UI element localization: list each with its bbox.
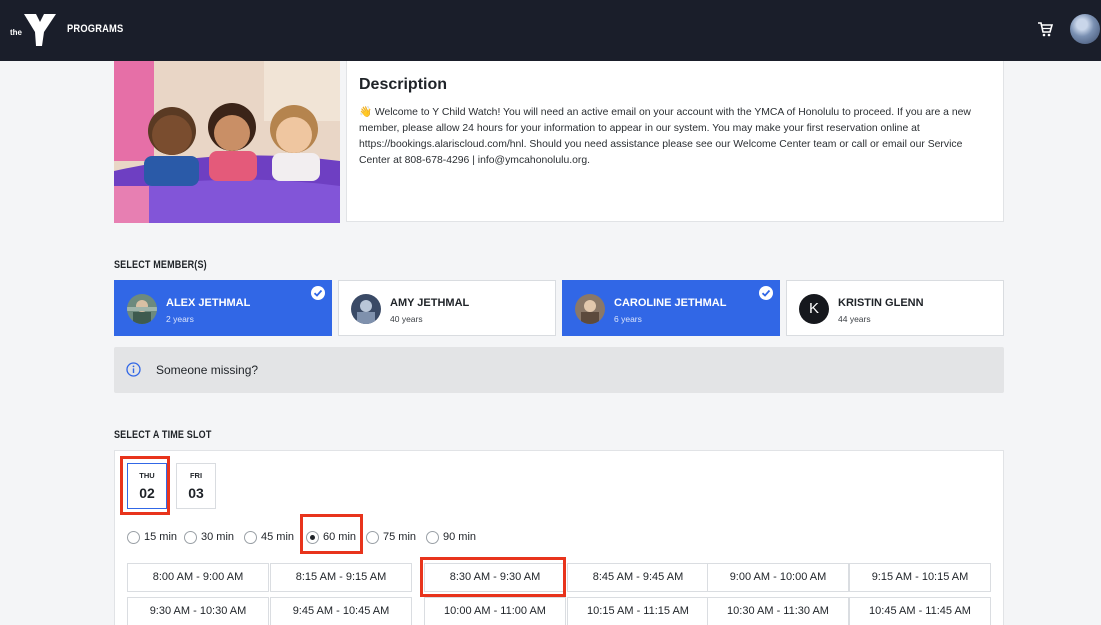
radio-button[interactable] (426, 530, 439, 544)
info-icon (126, 362, 141, 377)
nav-programs-link[interactable]: PROGRAMS (67, 23, 123, 35)
member-age: 2 years (166, 314, 194, 324)
check-circle-icon (311, 286, 325, 300)
day-tab-thu[interactable]: THU 02 (127, 463, 167, 509)
radio-button[interactable] (184, 530, 197, 544)
time-slot-button[interactable]: 8:00 AM - 9:00 AM (127, 563, 269, 592)
duration-label: 30 min (201, 531, 235, 543)
time-slot-button[interactable]: 9:45 AM - 10:45 AM (270, 597, 412, 625)
select-members-heading: SELECT MEMBER(S) (114, 259, 207, 271)
member-age: 44 years (838, 314, 871, 324)
member-initial-avatar: K (799, 294, 829, 324)
member-name: AMY JETHMAL (390, 297, 470, 309)
member-card-caroline[interactable]: CAROLINE JETHMAL 6 years (562, 280, 780, 336)
description-card: Description 👋 Welcome to Y Child Watch! … (346, 61, 1004, 222)
description-body: Welcome to Y Child Watch! You will need … (359, 107, 971, 166)
time-slot-button[interactable]: 10:00 AM - 11:00 AM (424, 597, 566, 625)
ymca-logo[interactable]: the (10, 12, 58, 48)
duration-option-30[interactable]: 30 min (184, 529, 234, 545)
member-avatar (575, 294, 605, 324)
radio-button[interactable] (244, 530, 257, 544)
day-number: 02 (139, 485, 155, 501)
description-text: 👋 Welcome to Y Child Watch! You will nee… (359, 105, 995, 169)
duration-label: 15 min (144, 531, 178, 543)
day-number: 03 (188, 485, 204, 501)
radio-button[interactable] (366, 530, 379, 544)
duration-label: 75 min (383, 531, 417, 543)
member-name: ALEX JETHMAL (166, 297, 251, 309)
time-slot-button[interactable]: 8:15 AM - 9:15 AM (270, 563, 412, 592)
duration-option-15[interactable]: 15 min (127, 529, 177, 545)
description-title: Description (359, 76, 448, 93)
time-slot-button[interactable]: 9:00 AM - 10:00 AM (707, 563, 849, 592)
duration-option-60[interactable]: 60 min (306, 529, 356, 545)
radio-button[interactable] (127, 530, 140, 544)
program-photo (114, 61, 340, 223)
time-slot-button[interactable]: 8:45 AM - 9:45 AM (567, 563, 709, 592)
wave-emoji: 👋 (359, 107, 372, 118)
time-slot-button[interactable]: 10:15 AM - 11:15 AM (567, 597, 709, 625)
time-slot-button[interactable]: 9:30 AM - 10:30 AM (127, 597, 269, 625)
duration-label: 45 min (261, 531, 295, 543)
check-circle-icon (759, 286, 773, 300)
day-of-week: FRI (189, 471, 203, 480)
top-navigation-bar: the PROGRAMS (0, 0, 1101, 61)
day-of-week: THU (139, 471, 155, 480)
duration-option-75[interactable]: 75 min (366, 529, 416, 545)
user-avatar[interactable] (1070, 14, 1100, 44)
member-card-kristin[interactable]: K KRISTIN GLENN 44 years (786, 280, 1004, 336)
member-age: 40 years (390, 314, 423, 324)
duration-label: 60 min (323, 531, 357, 543)
member-avatar (351, 294, 381, 324)
member-name: KRISTIN GLENN (838, 297, 924, 309)
time-slot-button[interactable]: 8:30 AM - 9:30 AM (424, 563, 566, 592)
member-avatar (127, 294, 157, 324)
y-logo-icon (24, 14, 56, 46)
someone-missing-banner[interactable]: Someone missing? (114, 347, 1004, 393)
time-slot-button[interactable]: 9:15 AM - 10:15 AM (849, 563, 991, 592)
member-card-alex[interactable]: ALEX JETHMAL 2 years (114, 280, 332, 336)
radio-button-selected[interactable] (306, 530, 319, 544)
member-name: CAROLINE JETHMAL (614, 297, 727, 309)
duration-option-90[interactable]: 90 min (426, 529, 476, 545)
cart-icon[interactable] (1036, 20, 1054, 38)
time-slot-button[interactable]: 10:30 AM - 11:30 AM (707, 597, 849, 625)
duration-option-45[interactable]: 45 min (244, 529, 294, 545)
day-tab-fri[interactable]: FRI 03 (176, 463, 216, 509)
duration-label: 90 min (443, 531, 477, 543)
select-time-slot-heading: SELECT A TIME SLOT (114, 429, 212, 441)
someone-missing-text: Someone missing? (156, 363, 259, 377)
time-slot-button[interactable]: 10:45 AM - 11:45 AM (849, 597, 991, 625)
logo-the-text: the (10, 28, 22, 37)
member-age: 6 years (614, 314, 642, 324)
member-card-amy[interactable]: AMY JETHMAL 40 years (338, 280, 556, 336)
